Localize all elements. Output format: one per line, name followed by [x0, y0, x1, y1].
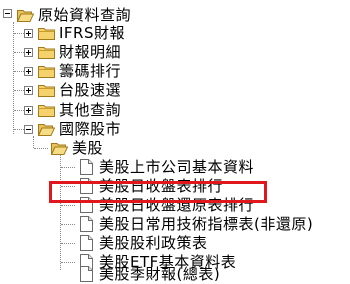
tree-node-chip-ranking[interactable]: 籌碼排行: [38, 61, 121, 81]
tree-connector: [14, 90, 24, 91]
folder-open-icon: [38, 123, 55, 136]
tree-node-root[interactable]: 原始資料查詢: [17, 5, 131, 25]
tree-node-label: 美股: [72, 139, 104, 157]
tree-node-label: 財報明細: [59, 43, 122, 61]
folder-icon: [38, 65, 55, 78]
tree-connector: [34, 148, 48, 149]
tree-leaf-us-listed-company-basic[interactable]: 美股上市公司基本資料: [80, 157, 254, 177]
tree-node-international-market[interactable]: 國際股市: [38, 119, 121, 139]
expand-toggle[interactable]: [24, 67, 33, 76]
tree-connector: [13, 22, 14, 134]
tree-connector: [14, 71, 24, 72]
tree-connector: [14, 33, 24, 34]
tree-node-label: 美股上市公司基本資料: [99, 158, 255, 176]
tree-connector: [14, 52, 24, 53]
tree-node-us-stock[interactable]: 美股: [51, 138, 103, 158]
tree-connector: [33, 136, 34, 148]
folder-icon: [38, 46, 55, 59]
tree-node-tw-stock-quick[interactable]: 台股速選: [38, 80, 121, 100]
tree-connector: [14, 129, 24, 130]
expand-toggle[interactable]: [24, 86, 33, 95]
tree-node-label: IFRS財報: [59, 24, 125, 42]
folder-open-icon: [51, 142, 68, 155]
folder-icon: [38, 84, 55, 97]
document-icon: [80, 235, 93, 251]
tree-node-label: 其他查詢: [59, 101, 122, 119]
tree-view: 原始資料查詢 IFRS財報 財報明細 籌碼排行 台股速選 其他查詢 國際股市 美…: [0, 0, 350, 283]
folder-icon: [38, 27, 55, 40]
collapse-toggle[interactable]: [24, 125, 33, 134]
tree-node-financial-details[interactable]: 財報明細: [38, 42, 121, 62]
highlight-box: [49, 181, 267, 203]
tree-leaf-us-dividend-policy[interactable]: 美股股利政策表: [80, 233, 208, 253]
tree-connector: [61, 205, 75, 206]
folder-open-icon: [17, 9, 34, 22]
tree-connector: [61, 224, 75, 225]
tree-node-label: 美股季財報(總表): [99, 265, 221, 283]
document-icon: [80, 216, 93, 232]
tree-node-ifrs[interactable]: IFRS財報: [38, 23, 125, 43]
expand-toggle[interactable]: [24, 106, 33, 115]
tree-node-label: 籌碼排行: [59, 62, 122, 80]
tree-node-label: 美股日常用技術指標表(非還原): [99, 215, 314, 233]
tree-node-label: 國際股市: [59, 120, 122, 138]
tree-leaf-us-quarterly-report[interactable]: 美股季財報(總表): [80, 264, 220, 284]
tree-connector: [61, 243, 75, 244]
expand-toggle[interactable]: [24, 29, 33, 38]
tree-node-label: 美股股利政策表: [99, 234, 208, 252]
tree-connector: [61, 167, 75, 168]
document-icon: [80, 266, 93, 282]
tree-leaf-us-technical-indicators[interactable]: 美股日常用技術指標表(非還原): [80, 214, 313, 234]
tree-connector: [60, 155, 61, 270]
document-icon: [80, 159, 93, 175]
tree-node-label: 原始資料查詢: [38, 6, 132, 24]
collapse-toggle[interactable]: [3, 9, 12, 18]
tree-connector: [61, 262, 75, 263]
expand-toggle[interactable]: [24, 48, 33, 57]
tree-connector: [14, 110, 24, 111]
tree-node-label: 台股速選: [59, 81, 122, 99]
tree-node-other-query[interactable]: 其他查詢: [38, 100, 121, 120]
folder-icon: [38, 104, 55, 117]
